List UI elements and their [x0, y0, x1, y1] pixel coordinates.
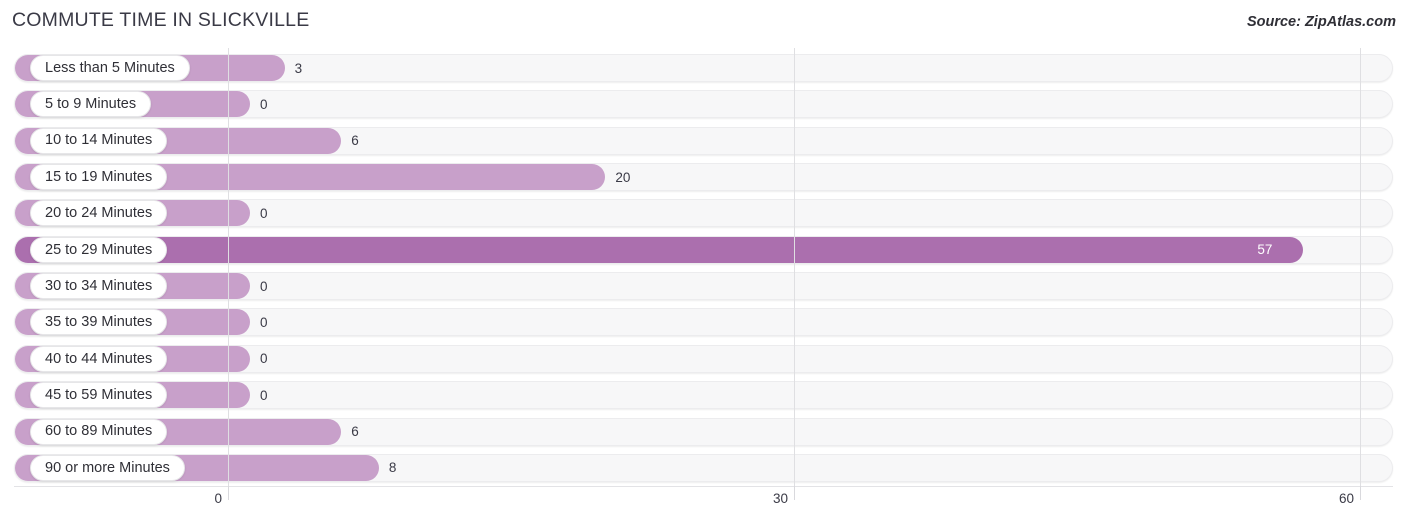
x-axis: 0 30 60 — [0, 486, 1406, 522]
bar-row[interactable]: 40 to 44 Minutes 0 — [0, 343, 1406, 375]
bar-value-label: 0 — [260, 278, 268, 294]
bar-row[interactable]: 45 to 59 Minutes 0 — [0, 379, 1406, 411]
bar-value-label: 20 — [615, 169, 631, 185]
category-label-pill[interactable]: 20 to 24 Minutes — [30, 200, 168, 227]
category-label: 15 to 19 Minutes — [45, 168, 153, 185]
category-label-pill[interactable]: 30 to 34 Minutes — [30, 273, 168, 300]
bar-value-label: 3 — [294, 60, 303, 76]
bar-row[interactable]: 35 to 39 Minutes 0 — [0, 306, 1406, 338]
bar-row[interactable]: 20 to 24 Minutes 0 — [0, 197, 1406, 229]
bar-row[interactable]: 90 or more Minutes 8 — [0, 452, 1406, 484]
plot-area: Less than 5 Minutes 3 5 to 9 Minutes 0 10 to… — [0, 48, 1406, 486]
category-label: 45 to 59 Minutes — [45, 386, 153, 403]
category-label-pill[interactable]: 40 to 44 Minutes — [30, 345, 168, 372]
bar-row[interactable]: Less than 5 Minutes 3 — [0, 52, 1406, 84]
category-label: 10 to 14 Minutes — [45, 132, 153, 149]
bar[interactable] — [15, 236, 1304, 263]
chart-container: COMMUTE TIME IN SLICKVILLE Source: ZipAt… — [0, 0, 1406, 522]
bar-row[interactable]: 30 to 34 Minutes 0 — [0, 270, 1406, 302]
source-attribution: Source: ZipAtlas.com — [1246, 14, 1396, 30]
bar-value-label: 0 — [260, 351, 268, 367]
bar-row[interactable]: 15 to 19 Minutes 20 — [0, 161, 1406, 193]
category-label: 40 to 44 Minutes — [45, 350, 153, 367]
bar-value-label: 6 — [351, 133, 359, 149]
category-label: 5 to 9 Minutes — [45, 96, 137, 113]
bar-value-label: 8 — [388, 460, 397, 476]
bar-value-label: 57 — [1257, 242, 1273, 258]
bar-value-label: 6 — [351, 424, 359, 439]
category-label: 25 to 29 Minutes — [45, 241, 153, 258]
category-label-pill[interactable]: 10 to 14 Minutes — [30, 127, 168, 154]
category-label-pill[interactable]: 35 to 39 Minutes — [30, 309, 168, 336]
category-label-pill[interactable]: 25 to 29 Minutes — [30, 236, 168, 263]
tick-mark-0 — [228, 486, 229, 500]
tick-label-30: 30 — [772, 491, 788, 506]
bar-value-label: 0 — [260, 314, 268, 330]
bar-row[interactable]: 5 to 9 Minutes 0 — [0, 88, 1406, 120]
bar-value-label: 0 — [260, 205, 268, 221]
tick-mark-60 — [1360, 486, 1361, 500]
bar-value-label: 0 — [260, 96, 268, 112]
tick-label-60: 60 — [1338, 491, 1354, 506]
bar-value-label: 0 — [260, 387, 268, 403]
bar-row[interactable]: 25 to 29 Minutes 57 — [0, 234, 1406, 266]
tick-label-0: 0 — [214, 491, 222, 506]
bar-rows: Less than 5 Minutes 3 5 to 9 Minutes 0 10 to… — [0, 48, 1406, 486]
category-label: Less than 5 Minutes — [45, 59, 175, 76]
category-label: 30 to 34 Minutes — [45, 277, 153, 294]
page-title: COMMUTE TIME IN SLICKVILLE — [12, 9, 310, 31]
category-label-pill[interactable]: 90 or more Minutes — [30, 454, 185, 481]
bar-row[interactable]: 60 to 89 Minutes 6 — [0, 416, 1406, 448]
bar-row[interactable]: 10 to 14 Minutes 6 — [0, 125, 1406, 157]
category-label-pill[interactable]: 15 to 19 Minutes — [30, 164, 168, 191]
tick-mark-30 — [794, 486, 795, 500]
category-label: 90 or more Minutes — [45, 459, 170, 476]
category-label-pill[interactable]: 45 to 59 Minutes — [30, 382, 168, 409]
category-label: 20 to 24 Minutes — [45, 205, 153, 222]
category-label: 35 to 39 Minutes — [45, 314, 153, 331]
category-label: 60 to 89 Minutes — [45, 423, 153, 440]
category-label-pill[interactable]: Less than 5 Minutes — [30, 55, 190, 81]
category-label-pill[interactable]: 60 to 89 Minutes — [30, 418, 168, 445]
category-label-pill[interactable]: 5 to 9 Minutes — [30, 91, 152, 118]
axis-line — [14, 486, 1393, 487]
